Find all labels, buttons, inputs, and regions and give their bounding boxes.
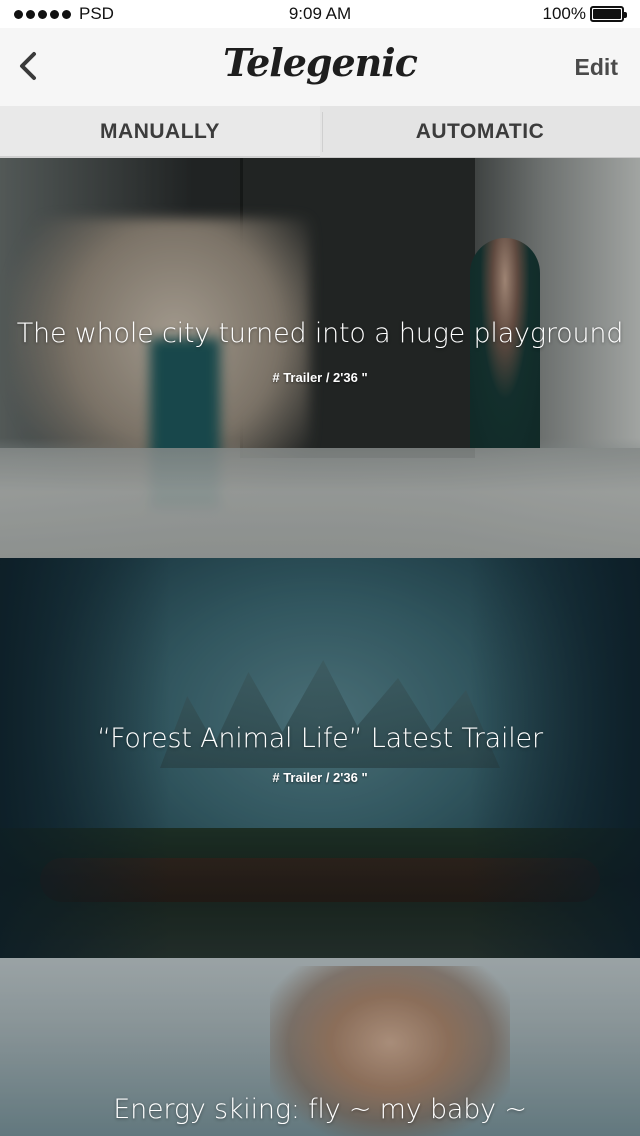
back-button[interactable] bbox=[10, 46, 46, 86]
app-logo: Telegenic bbox=[0, 40, 640, 85]
chevron-left-icon bbox=[20, 52, 36, 80]
video-card[interactable]: The whole city turned into a huge playgr… bbox=[0, 158, 640, 558]
battery-icon bbox=[590, 6, 627, 22]
segmented-tabs: MANUALLY AUTOMATIC bbox=[0, 106, 640, 158]
nav-bar: Telegenic Edit bbox=[0, 28, 640, 106]
video-card[interactable]: Energy skiing: fly ~ my baby ~ bbox=[0, 958, 640, 1136]
video-meta: # Trailer / 2'36 " bbox=[272, 770, 368, 785]
logo-text: Telegenic bbox=[223, 40, 418, 85]
video-meta: # Trailer / 2'36 " bbox=[272, 370, 368, 385]
video-title: “Forest Animal Life” Latest Trailer bbox=[97, 723, 543, 754]
video-title: The whole city turned into a huge playgr… bbox=[16, 318, 624, 349]
battery-group: 100% bbox=[542, 4, 627, 24]
tab-divider bbox=[322, 112, 323, 152]
video-card[interactable]: “Forest Animal Life” Latest Trailer # Tr… bbox=[0, 558, 640, 958]
video-list: The whole city turned into a huge playgr… bbox=[0, 158, 640, 1136]
tab-manually[interactable]: MANUALLY bbox=[0, 106, 320, 158]
status-bar: PSD 9:09 AM 100% bbox=[0, 0, 640, 28]
video-title: Energy skiing: fly ~ my baby ~ bbox=[113, 1094, 527, 1125]
edit-button[interactable]: Edit bbox=[575, 54, 618, 81]
tab-automatic[interactable]: AUTOMATIC bbox=[320, 106, 640, 157]
battery-percent: 100% bbox=[542, 4, 586, 23]
